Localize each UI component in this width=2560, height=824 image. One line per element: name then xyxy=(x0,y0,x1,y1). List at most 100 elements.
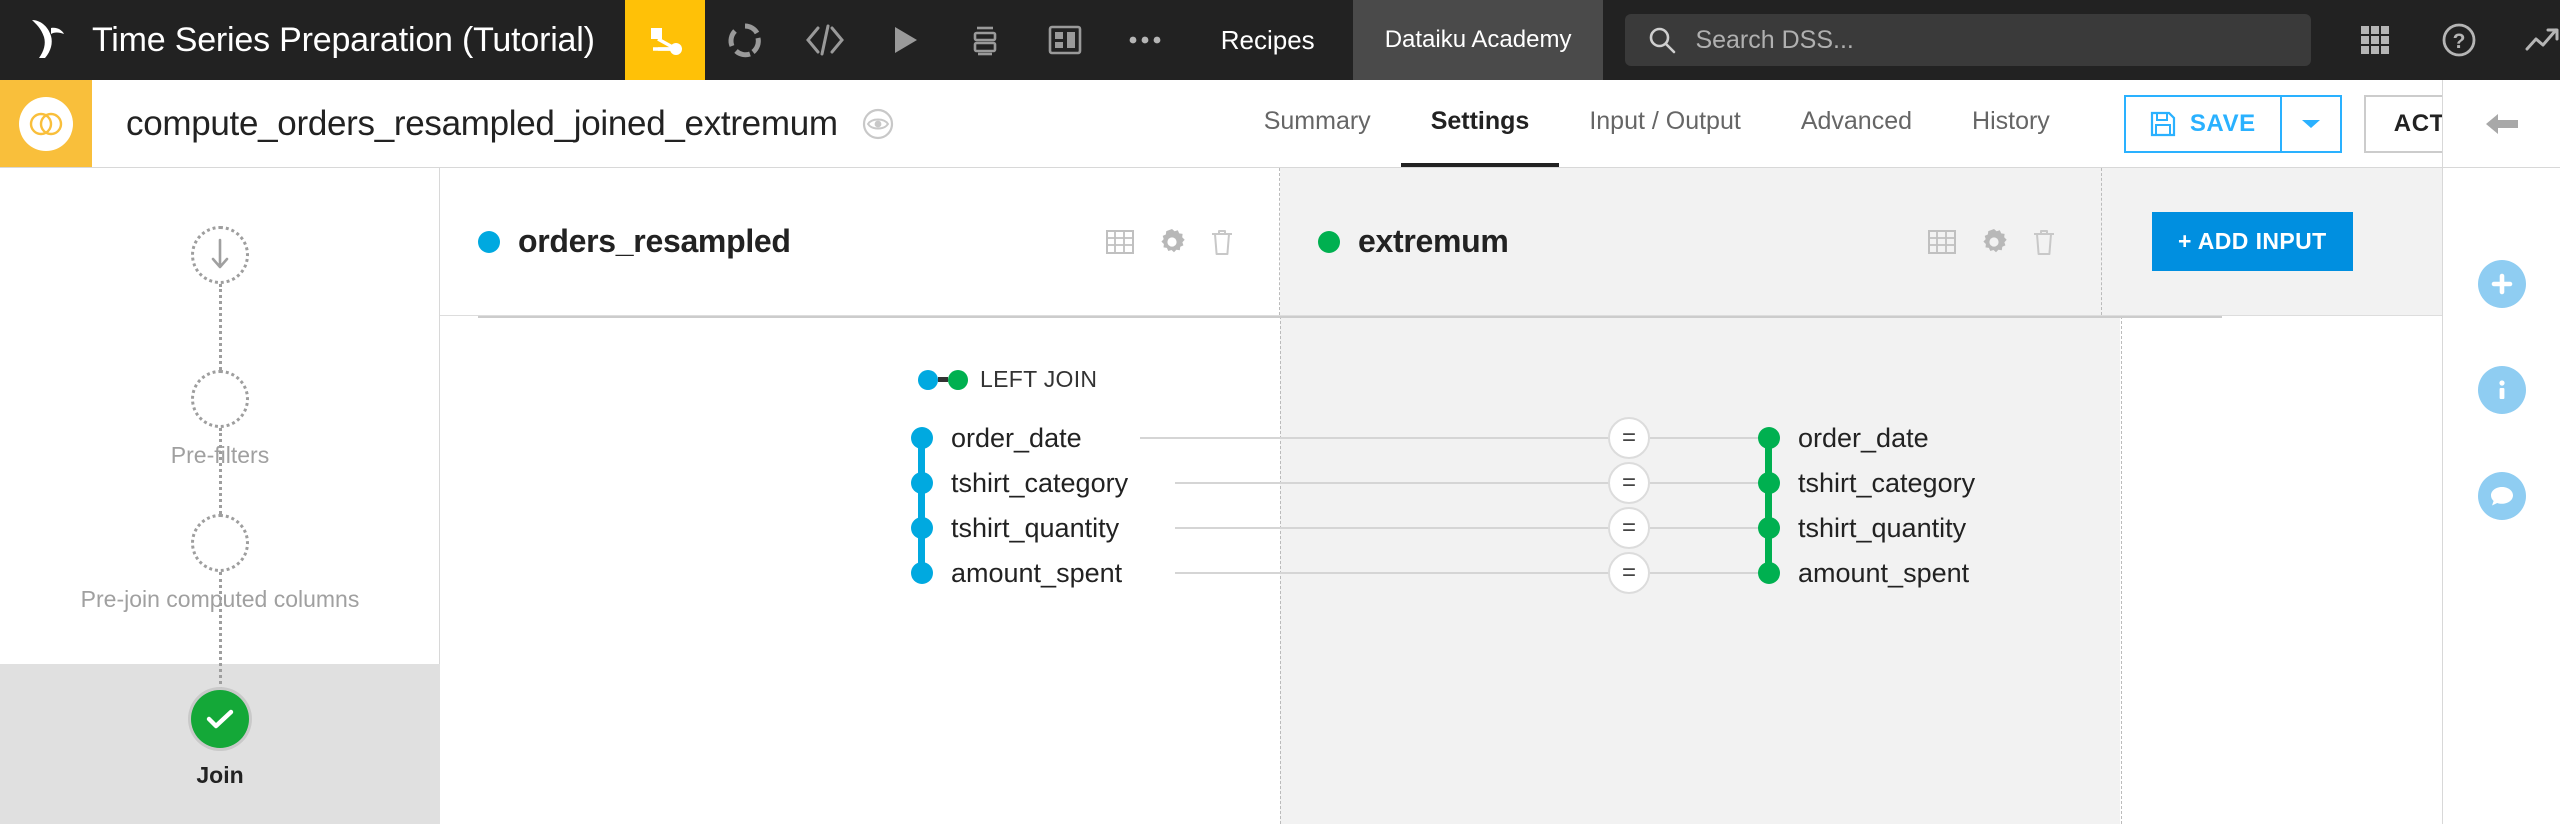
step-pre-join-label: Pre-join computed columns xyxy=(80,586,360,612)
download-arrow-icon xyxy=(211,238,229,269)
condition-operator-1[interactable]: = xyxy=(1608,462,1650,504)
left-key-label: tshirt_category xyxy=(951,467,1129,498)
condition-link-line xyxy=(1650,527,1775,529)
step-connector-1 xyxy=(219,284,222,370)
step-join-circle[interactable] xyxy=(191,690,249,748)
add-item-button[interactable] xyxy=(2477,260,2526,308)
join-datasets-header: orders_resampled extremum + ADD INPUT xyxy=(440,168,2442,316)
condition-link-line xyxy=(1175,572,1630,574)
apps-grid-icon xyxy=(2361,26,2390,54)
condition-link-line xyxy=(1650,437,1775,439)
right-key-label: amount_spent xyxy=(1798,557,1970,588)
condition-link-line xyxy=(1650,572,1775,574)
join-type-label: LEFT JOIN xyxy=(980,366,1098,392)
automation-stack-icon xyxy=(973,26,997,56)
join-condition-row: amount_spent = amount_spent xyxy=(440,551,2442,595)
right-dataset-header: extremum xyxy=(1280,168,2102,315)
left-key-3[interactable]: amount_spent xyxy=(911,558,1122,589)
nav-code-icon-button[interactable] xyxy=(785,0,865,80)
condition-operator-3[interactable]: = xyxy=(1608,552,1650,594)
add-input-button[interactable]: + ADD INPUT xyxy=(2152,212,2353,271)
condition-operator-2[interactable]: = xyxy=(1608,507,1650,549)
save-button[interactable]: SAVE xyxy=(2123,94,2280,153)
left-key-2[interactable]: tshirt_quantity xyxy=(911,513,1119,544)
collapse-right-panel-button[interactable] xyxy=(2442,80,2560,168)
more-ellipsis-icon xyxy=(1129,36,1161,44)
eye-preview-icon[interactable] xyxy=(860,106,896,142)
step-join[interactable]: Join xyxy=(0,690,440,789)
left-key-1[interactable]: tshirt_category xyxy=(911,468,1128,499)
join-region-top-rule xyxy=(478,316,2222,318)
step-pre-filters[interactable]: Pre-filters xyxy=(0,370,440,469)
right-key-2[interactable]: tshirt_quantity xyxy=(1758,513,1966,544)
dataiku-bird-logo xyxy=(32,20,64,58)
condition-operator-0[interactable]: = xyxy=(1608,417,1650,459)
search-input[interactable]: Search DSS... xyxy=(1625,14,2312,66)
gear-settings-icon[interactable] xyxy=(1157,227,1187,257)
table-view-icon[interactable] xyxy=(1927,228,1957,256)
left-dataset-name[interactable]: orders_resampled xyxy=(518,223,791,260)
top-navigation-bar: Time Series Preparation (Tutorial) Recip… xyxy=(0,0,2560,80)
right-key-label: tshirt_quantity xyxy=(1798,512,1967,543)
right-key-3[interactable]: amount_spent xyxy=(1758,558,1969,589)
tab-advanced[interactable]: Advanced xyxy=(1771,80,1942,167)
left-key-label: tshirt_quantity xyxy=(951,512,1120,543)
dataiku-home-link[interactable] xyxy=(0,0,92,80)
right-key-dot xyxy=(1758,562,1780,584)
nav-more-icon-button[interactable] xyxy=(1105,0,1185,80)
condition-link-line xyxy=(1175,527,1630,529)
nav-lab-icon-button[interactable] xyxy=(705,0,785,80)
activity-button[interactable] xyxy=(2501,23,2560,57)
step-pre-join-circle[interactable] xyxy=(191,514,249,572)
step-pre-filters-circle[interactable] xyxy=(191,370,249,428)
tab-history[interactable]: History xyxy=(1942,80,2080,167)
nav-flow-icon-button[interactable] xyxy=(624,0,705,80)
jobs-play-icon xyxy=(894,27,917,53)
project-title[interactable]: Time Series Preparation (Tutorial) xyxy=(92,0,625,80)
tab-summary[interactable]: Summary xyxy=(1234,80,1401,167)
check-icon xyxy=(206,709,234,729)
help-button[interactable]: ? xyxy=(2417,21,2501,59)
nav-dashboards-icon-button[interactable] xyxy=(1025,0,1105,80)
left-key-label: amount_spent xyxy=(951,557,1123,588)
right-dataset-name[interactable]: extremum xyxy=(1358,223,1509,260)
right-key-dot xyxy=(1758,427,1780,449)
step-input[interactable] xyxy=(0,226,440,284)
recipe-name[interactable]: compute_orders_resampled_joined_extremum xyxy=(126,104,838,144)
join-type-selector[interactable]: LEFT JOIN xyxy=(918,366,1097,393)
nav-jobs-icon-button[interactable] xyxy=(865,0,945,80)
step-pre-join-computed-columns[interactable]: Pre-join computed columns xyxy=(0,514,440,613)
discussions-button[interactable] xyxy=(2477,472,2526,520)
breadcrumb-recipes[interactable]: Recipes xyxy=(1185,0,1353,80)
right-key-1[interactable]: tshirt_category xyxy=(1758,468,1975,499)
recipe-header-bar: compute_orders_resampled_joined_extremum… xyxy=(0,80,2560,168)
step-pre-filters-label: Pre-filters xyxy=(170,442,270,468)
tab-settings[interactable]: Settings xyxy=(1400,80,1560,167)
nav-automation-icon-button[interactable] xyxy=(945,0,1025,80)
table-view-icon[interactable] xyxy=(1105,228,1135,256)
right-key-label: order_date xyxy=(1798,422,1929,453)
recipe-tabs: Summary Settings Input / Output Advanced… xyxy=(1234,80,2080,167)
left-key-0[interactable]: order_date xyxy=(911,423,1082,454)
details-info-button[interactable] xyxy=(2477,366,2526,414)
floppy-disk-icon xyxy=(2150,111,2176,137)
activity-trend-icon xyxy=(2525,28,2559,51)
recipe-steps-rail: Pre-filters Pre-join computed columns Jo… xyxy=(0,168,440,824)
discussions-chat-icon xyxy=(2477,472,2526,520)
step-input-circle[interactable] xyxy=(191,226,249,284)
tab-input-output[interactable]: Input / Output xyxy=(1559,80,1771,167)
right-key-dot xyxy=(1758,472,1780,494)
trash-delete-icon[interactable] xyxy=(1209,227,1235,257)
apps-grid-button[interactable] xyxy=(2333,23,2417,57)
left-key-label: order_date xyxy=(951,422,1082,453)
right-key-0[interactable]: order_date xyxy=(1758,423,1929,454)
save-dropdown-button[interactable] xyxy=(2279,94,2342,153)
subbar-spacer xyxy=(896,80,1234,167)
chevron-down-icon xyxy=(2301,119,2320,128)
dataiku-academy-button[interactable]: Dataiku Academy xyxy=(1352,0,1604,80)
join-type-right-dot xyxy=(948,369,968,390)
trash-delete-icon[interactable] xyxy=(2031,227,2057,257)
left-key-dot xyxy=(911,517,933,539)
recipe-name-zone: compute_orders_resampled_joined_extremum xyxy=(92,80,896,167)
gear-settings-icon[interactable] xyxy=(1979,227,2009,257)
